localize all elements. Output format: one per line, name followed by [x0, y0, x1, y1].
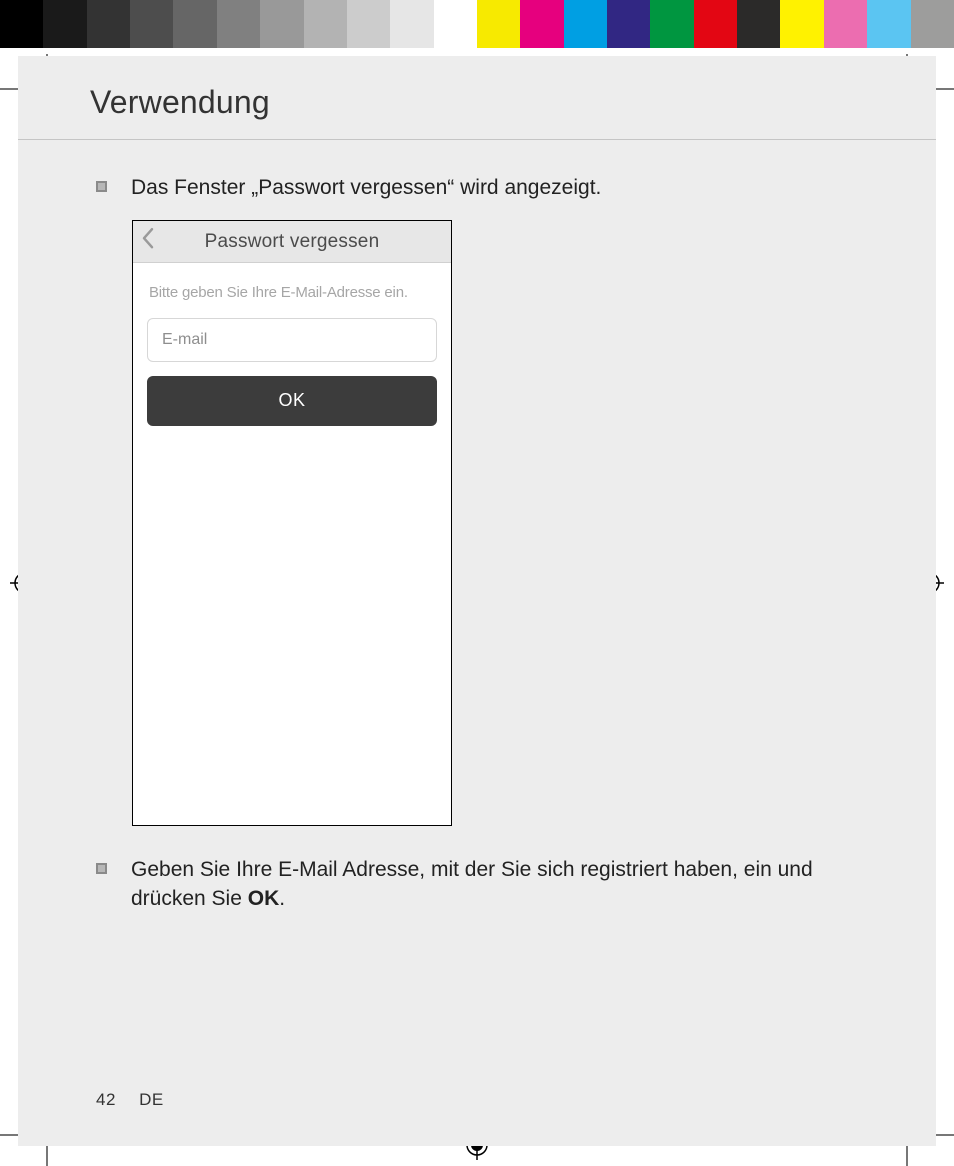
bullet-item: Das Fenster „Passwort vergessen“ wird an… — [96, 174, 846, 202]
page-language: DE — [139, 1090, 164, 1109]
bullet-text: Geben Sie Ihre E-Mail Adresse, mit der S… — [131, 856, 846, 913]
phone-frame: Passwort vergessen Bitte geben Sie Ihre … — [132, 220, 452, 826]
bullet-item: Geben Sie Ihre E-Mail Adresse, mit der S… — [96, 856, 846, 913]
phone-screenshot: Passwort vergessen Bitte geben Sie Ihre … — [132, 220, 846, 826]
email-field[interactable]: E-mail — [147, 318, 437, 362]
email-placeholder: E-mail — [162, 329, 207, 351]
bullet-square-icon — [96, 863, 107, 874]
page: Verwendung Das Fenster „Passwort vergess… — [18, 56, 936, 1146]
phone-header: Passwort vergessen — [133, 221, 451, 263]
back-chevron-icon[interactable] — [141, 227, 155, 257]
content-area: Das Fenster „Passwort vergessen“ wird an… — [18, 140, 936, 913]
bullet-text: Das Fenster „Passwort vergessen“ wird an… — [131, 174, 846, 202]
phone-body: Bitte geben Sie Ihre E-Mail-Adresse ein.… — [133, 263, 451, 425]
phone-instruction-text: Bitte geben Sie Ihre E-Mail-Adresse ein. — [149, 283, 437, 303]
ok-button[interactable]: OK — [147, 376, 437, 426]
phone-screen-title: Passwort vergessen — [133, 229, 451, 255]
page-footer: 42 DE — [96, 1090, 164, 1110]
bullet-square-icon — [96, 181, 107, 192]
ok-button-label: OK — [278, 388, 305, 412]
page-number: 42 — [96, 1090, 116, 1109]
section-heading: Verwendung — [18, 56, 936, 140]
print-color-bars — [0, 0, 954, 48]
